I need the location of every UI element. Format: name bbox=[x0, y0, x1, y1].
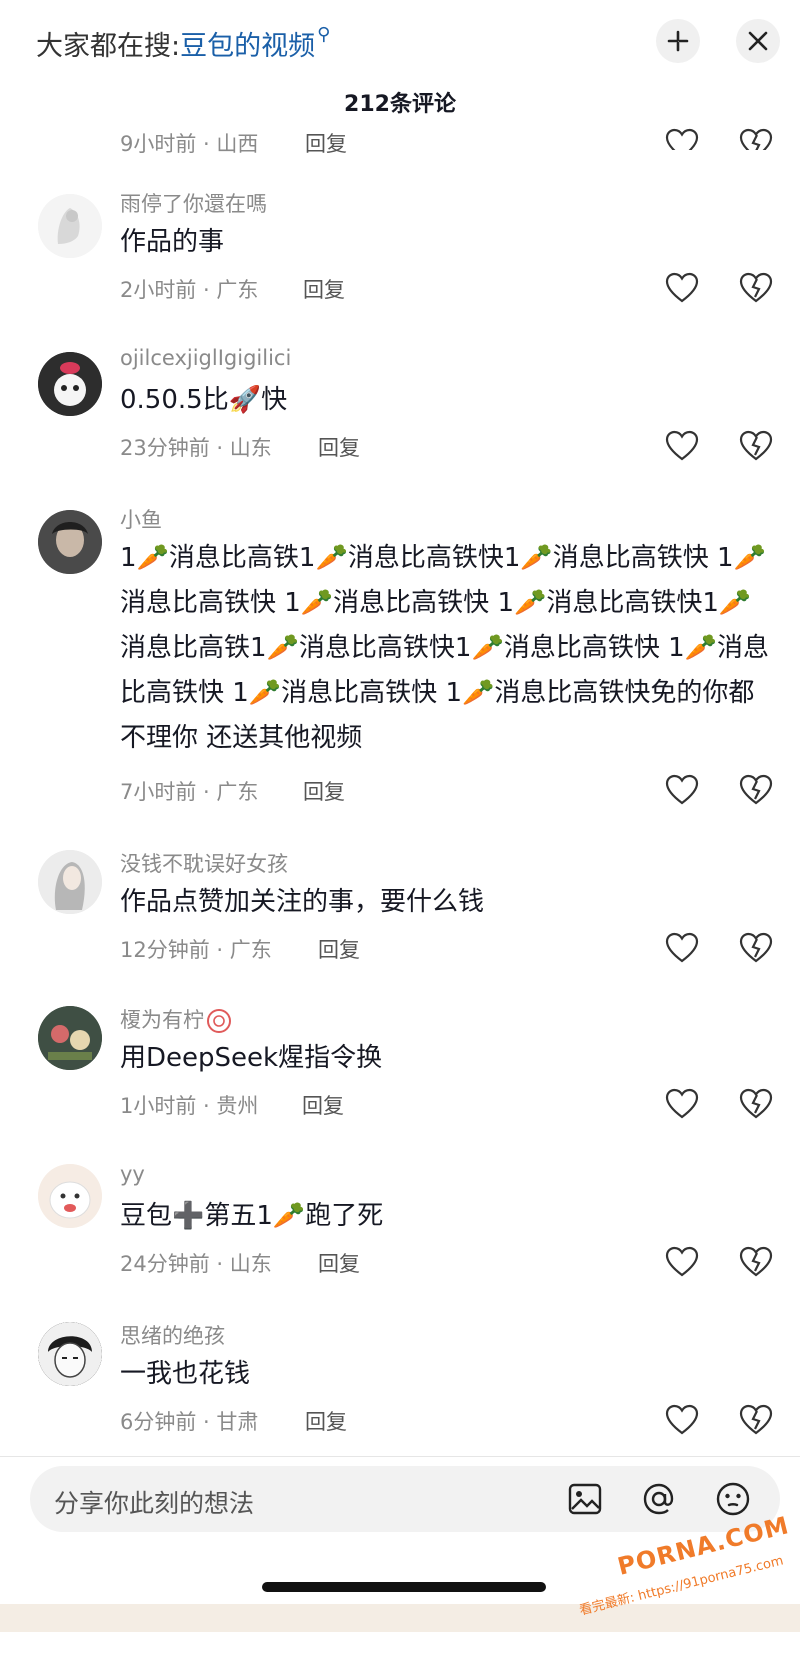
close-icon bbox=[748, 31, 768, 51]
at-icon bbox=[643, 1483, 674, 1515]
dislike-button[interactable] bbox=[738, 126, 774, 150]
comment-meta: 2小时前 · 广东 bbox=[120, 278, 259, 302]
dislike-heart-icon bbox=[739, 430, 773, 461]
image-button[interactable] bbox=[566, 1480, 604, 1518]
heart-icon bbox=[665, 932, 699, 963]
dislike-heart-icon bbox=[739, 1246, 773, 1277]
comment-meta: 24分钟前 · 山东 bbox=[120, 1252, 272, 1276]
like-button[interactable] bbox=[664, 1402, 700, 1438]
comments-count-title: 212条评论 bbox=[344, 92, 456, 117]
avatar[interactable] bbox=[38, 850, 102, 914]
comment-text: 作品点赞加关注的事，要什么钱 bbox=[120, 887, 485, 917]
username[interactable]: 雨停了你還在嗎 bbox=[120, 188, 267, 218]
avatar[interactable] bbox=[38, 510, 102, 574]
heart-icon bbox=[665, 1246, 699, 1277]
divider bbox=[0, 1456, 800, 1457]
close-button[interactable] bbox=[736, 19, 780, 63]
heart-icon bbox=[665, 272, 699, 303]
comment-text: 一我也花钱 bbox=[120, 1359, 251, 1389]
username[interactable]: yy bbox=[120, 1162, 145, 1186]
reply-button[interactable]: 回复 bbox=[305, 128, 347, 158]
comment-input-placeholder: 分享你此刻的想法 bbox=[54, 1489, 255, 1518]
username[interactable]: 榎为有柠 bbox=[120, 1004, 232, 1034]
like-button[interactable] bbox=[664, 270, 700, 306]
username[interactable]: 没钱不耽误好女孩 bbox=[120, 848, 288, 878]
avatar[interactable] bbox=[38, 1322, 102, 1386]
avatar[interactable] bbox=[38, 194, 102, 258]
username-text: 榎为有柠 bbox=[120, 1008, 204, 1032]
reply-button[interactable]: 回复 bbox=[303, 274, 345, 304]
add-button[interactable] bbox=[656, 19, 700, 63]
search-suggestion-term[interactable]: 豆包的视频 bbox=[180, 31, 315, 62]
dislike-heart-icon bbox=[739, 1404, 773, 1435]
comment-meta: 12分钟前 · 广东 bbox=[120, 938, 272, 962]
avatar[interactable] bbox=[38, 1164, 102, 1228]
comment-text: 豆包➕第五1🥕跑了死 bbox=[120, 1201, 384, 1231]
search-suggestion[interactable]: 大家都在搜:豆包的视频 ⚲ bbox=[36, 24, 330, 63]
dislike-button[interactable] bbox=[738, 1086, 774, 1122]
search-icon: ⚲ bbox=[317, 24, 331, 45]
dislike-button[interactable] bbox=[738, 772, 774, 808]
search-suggestion-prefix: 大家都在搜: bbox=[36, 31, 181, 62]
dislike-button[interactable] bbox=[738, 1244, 774, 1280]
comment-meta: 23分钟前 · 山东 bbox=[120, 436, 272, 460]
comment-meta: 7小时前 · 广东 bbox=[120, 780, 259, 804]
avatar[interactable] bbox=[38, 1006, 102, 1070]
heart-icon bbox=[665, 1088, 699, 1119]
image-icon bbox=[568, 1483, 602, 1515]
reply-button[interactable]: 回复 bbox=[318, 1248, 360, 1278]
avatar[interactable] bbox=[38, 352, 102, 416]
dislike-button[interactable] bbox=[738, 930, 774, 966]
heart-icon bbox=[665, 430, 699, 461]
like-button[interactable] bbox=[664, 126, 700, 150]
comment-meta: 6分钟前 · 甘肃 bbox=[120, 1410, 259, 1434]
top-bar: 大家都在搜:豆包的视频 ⚲ bbox=[0, 0, 800, 82]
comment-meta: 9小时前 · 山西 bbox=[120, 132, 259, 156]
username[interactable]: 小鱼 bbox=[120, 504, 162, 534]
badge-icon bbox=[207, 1009, 231, 1033]
dislike-button[interactable] bbox=[738, 428, 774, 464]
username[interactable]: ojilcexjiglIgigilici bbox=[120, 346, 291, 370]
dislike-button[interactable] bbox=[738, 1402, 774, 1438]
mention-button[interactable] bbox=[640, 1480, 678, 1518]
username[interactable]: 思绪的绝孩 bbox=[120, 1320, 225, 1350]
home-indicator[interactable] bbox=[262, 1582, 546, 1592]
like-button[interactable] bbox=[664, 1086, 700, 1122]
like-button[interactable] bbox=[664, 428, 700, 464]
comment-text: 1🥕消息比高铁1🥕消息比高铁快1🥕消息比高铁快 1🥕消息比高铁快 1🥕消息比高铁… bbox=[120, 543, 770, 753]
dislike-heart-icon bbox=[739, 272, 773, 303]
reply-button[interactable]: 回复 bbox=[303, 776, 345, 806]
like-button[interactable] bbox=[664, 1244, 700, 1280]
comment-text: 0.50.5比🚀快 bbox=[120, 385, 288, 415]
reply-button[interactable]: 回复 bbox=[302, 1090, 344, 1120]
like-button[interactable] bbox=[664, 772, 700, 808]
dislike-heart-icon bbox=[739, 932, 773, 963]
reply-button[interactable]: 回复 bbox=[305, 1406, 347, 1436]
like-button[interactable] bbox=[664, 930, 700, 966]
dislike-heart-icon bbox=[739, 128, 773, 150]
dislike-button[interactable] bbox=[738, 270, 774, 306]
dislike-heart-icon bbox=[739, 774, 773, 805]
comment-meta: 1小时前 · 贵州 bbox=[120, 1094, 259, 1118]
add-icon bbox=[667, 30, 689, 52]
heart-icon bbox=[665, 1404, 699, 1435]
comment-text: 用DeepSeek煋指令换 bbox=[120, 1043, 383, 1073]
heart-icon bbox=[665, 128, 699, 150]
dislike-heart-icon bbox=[739, 1088, 773, 1119]
heart-icon bbox=[665, 774, 699, 805]
reply-button[interactable]: 回复 bbox=[318, 934, 360, 964]
reply-button[interactable]: 回复 bbox=[318, 432, 360, 462]
comment-text: 作品的事 bbox=[120, 227, 225, 257]
